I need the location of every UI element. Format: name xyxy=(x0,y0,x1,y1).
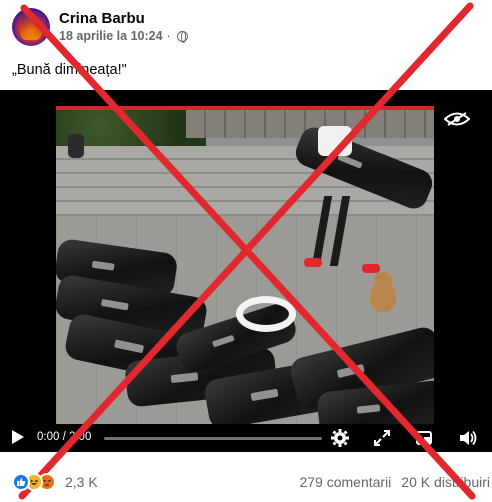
scene-wreath xyxy=(236,296,296,332)
video-timecode: 0:00 / 2:00 xyxy=(37,431,92,443)
expand-icon[interactable] xyxy=(372,428,392,448)
settings-icon[interactable] xyxy=(330,428,350,448)
post-stats: 279 comentarii 20 K distribuiri xyxy=(299,474,490,490)
header-text: Crina Barbu 18 aprilie la 10:24 · xyxy=(59,9,188,45)
scene-sitting-person xyxy=(68,134,84,158)
meta-separator: · xyxy=(166,29,171,43)
post-header: Crina Barbu 18 aprilie la 10:24 · xyxy=(12,6,188,48)
volume-icon[interactable] xyxy=(458,428,478,448)
play-icon[interactable] xyxy=(12,430,24,444)
scene-teddy-bear xyxy=(370,272,396,312)
video-player[interactable]: 0:00 / 2:00 xyxy=(0,90,492,452)
video-progress-track[interactable] xyxy=(104,437,322,440)
author-avatar[interactable] xyxy=(12,8,50,46)
post-meta: 18 aprilie la 10:24 · xyxy=(59,28,188,45)
scene-person xyxy=(318,126,352,156)
shares-count[interactable]: 20 K distribuiri xyxy=(401,474,490,490)
globe-icon[interactable] xyxy=(176,31,188,43)
post-caption: „Bună dimineața!" xyxy=(12,62,127,78)
scene-shoe xyxy=(362,264,380,273)
author-name[interactable]: Crina Barbu xyxy=(59,9,188,28)
eye-off-icon[interactable] xyxy=(444,112,470,126)
reaction-count: 2,3 K xyxy=(65,474,98,490)
post-footer: 2,3 K 279 comentarii 20 K distribuiri xyxy=(0,463,492,502)
video-frame xyxy=(56,106,434,424)
like-icon xyxy=(12,473,30,491)
post-timestamp[interactable]: 18 aprilie la 10:24 xyxy=(59,28,163,45)
reactions-summary[interactable]: 2,3 K xyxy=(12,473,98,491)
fullscreen-icon[interactable] xyxy=(414,428,434,448)
comments-count[interactable]: 279 comentarii xyxy=(299,474,391,490)
video-controls: 0:00 / 2:00 xyxy=(0,424,492,452)
scene-shoe xyxy=(304,258,322,267)
